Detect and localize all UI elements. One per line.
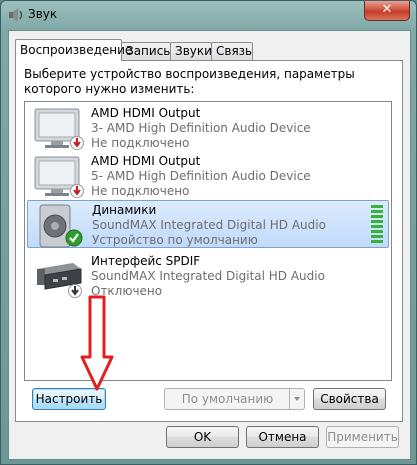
title-bar[interactable]: Звук ✕: [1, 1, 416, 29]
set-default-label: По умолчанию: [181, 392, 274, 406]
device-description: 3- AMD High Definition Audio Device: [91, 121, 311, 135]
set-default-button[interactable]: По умолчанию: [164, 388, 305, 410]
default-check-icon: [65, 229, 83, 247]
instruction-text: Выберите устройство воспроизведения, пар…: [24, 67, 355, 96]
device-status: Не подключено: [91, 184, 190, 198]
volume-level-meter: [371, 205, 383, 243]
ok-button[interactable]: OK: [166, 426, 239, 448]
tab-playback[interactable]: Воспроизведение: [15, 39, 132, 61]
window-title: Звук: [28, 7, 58, 21]
cancel-button[interactable]: Отмена: [246, 426, 319, 448]
level-segment: [371, 230, 383, 233]
disconnected-badge-icon: [70, 136, 84, 150]
disconnected-badge-icon: [70, 184, 84, 198]
playback-panel: Выберите устройство воспроизведения, пар…: [15, 60, 403, 422]
device-item-hdmi-5[interactable]: AMD HDMI Output 5- AMD High Definition A…: [27, 152, 389, 198]
level-segment: [371, 210, 383, 213]
level-segment: [371, 205, 383, 208]
device-name: AMD HDMI Output: [91, 154, 201, 168]
dialog-body: Воспроизведение Запись Звуки Связь Выбер…: [8, 30, 411, 460]
level-segment: [371, 240, 383, 243]
device-item-hdmi-3[interactable]: AMD HDMI Output 3- AMD High Definition A…: [27, 104, 389, 150]
device-name: AMD HDMI Output: [91, 106, 201, 120]
monitor-icon: [34, 156, 84, 198]
device-description: SoundMAX Integrated Digital HD Audio: [92, 218, 326, 232]
tab-communications[interactable]: Связь: [211, 42, 253, 60]
sound-dialog: Звук ✕ Воспроизведение Запись Звуки Связ…: [0, 0, 417, 465]
device-name: Динамики: [92, 203, 157, 217]
speaker-title-icon: [9, 8, 23, 22]
device-status: Устройство по умолчанию: [92, 233, 258, 247]
level-segment: [371, 220, 383, 223]
level-segment: [371, 225, 383, 228]
level-segment: [371, 215, 383, 218]
configure-button[interactable]: Настроить: [32, 388, 106, 410]
device-item-spdif[interactable]: Интерфейс SPDIF SoundMAX Integrated Digi…: [27, 252, 389, 298]
device-item-speakers[interactable]: Динамики SoundMAX Integrated Digital HD …: [27, 200, 389, 248]
apply-button[interactable]: Применить: [326, 426, 399, 448]
device-name: Интерфейс SPDIF: [91, 254, 201, 268]
tab-sounds[interactable]: Звуки: [170, 42, 212, 60]
device-description: 5- AMD High Definition Audio Device: [91, 169, 311, 183]
spdif-device-icon: [37, 263, 82, 298]
device-description: SoundMAX Integrated Digital HD Audio: [91, 269, 325, 283]
speaker-icon: [39, 204, 83, 248]
device-status: Не подключено: [91, 136, 190, 150]
properties-button[interactable]: Свойства: [313, 388, 386, 410]
annotation-down-arrow-icon: [80, 295, 114, 391]
chevron-down-icon: [294, 397, 300, 401]
monitor-icon: [34, 108, 84, 150]
set-default-dropdown-arrow[interactable]: [289, 389, 304, 409]
level-segment: [371, 235, 383, 238]
close-button[interactable]: ✕: [364, 1, 410, 21]
